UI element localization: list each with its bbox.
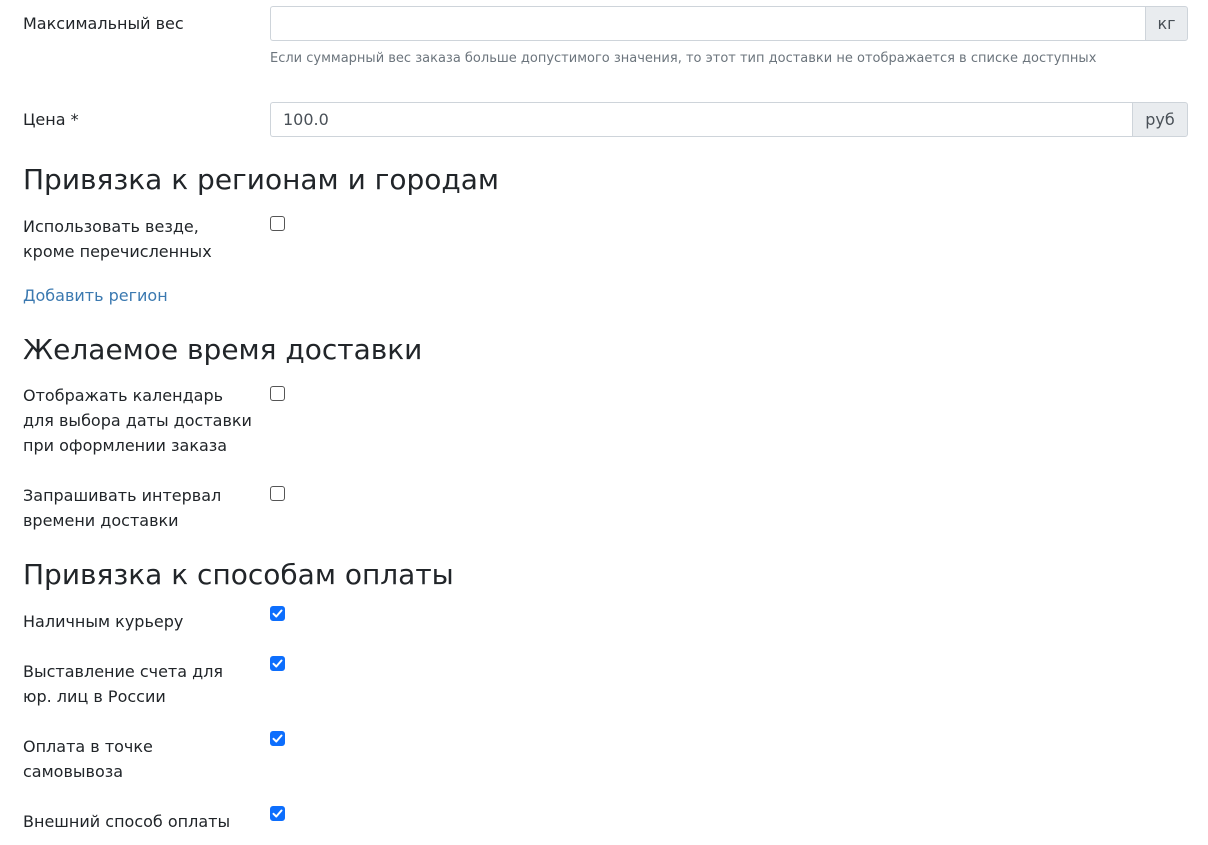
- payment-method-label: Выставление счета для юр. лиц в России: [23, 659, 223, 709]
- payment-method-label-line1: Внешний способ оплаты: [23, 812, 231, 831]
- payment-method-checkbox[interactable]: [270, 731, 285, 746]
- max-weight-unit: кг: [1145, 6, 1188, 41]
- calendar-label-line2: для выбора даты доставки: [23, 411, 252, 430]
- max-weight-input-group: кг: [270, 6, 1188, 41]
- interval-label: Запрашивать интервал времени доставки: [23, 483, 221, 533]
- delivery-settings-form: Максимальный вес кг Если суммарный вес з…: [0, 0, 1208, 845]
- payment-method-label: Внешний способ оплаты: [23, 809, 230, 834]
- payment-method-label: Наличным курьеру: [23, 609, 183, 634]
- payment-section-title: Привязка к способам оплаты: [23, 558, 454, 591]
- payment-method-checkbox[interactable]: [270, 806, 285, 821]
- payment-method-label: Оплата в точке самовывоза: [23, 734, 153, 784]
- payment-method-label-line1: Выставление счета для: [23, 662, 224, 681]
- payment-method-label-line1: Наличным курьеру: [23, 612, 184, 631]
- max-weight-label: Максимальный вес: [23, 14, 184, 33]
- price-input-group: руб: [270, 102, 1188, 137]
- use-everywhere-label-line2: кроме перечисленных: [23, 242, 212, 261]
- interval-checkbox[interactable]: [270, 486, 285, 501]
- use-everywhere-checkbox[interactable]: [270, 216, 285, 231]
- delivery-time-section-title: Желаемое время доставки: [23, 333, 423, 366]
- checkmark-icon: [272, 609, 283, 618]
- checkmark-icon: [272, 734, 283, 743]
- max-weight-input[interactable]: [270, 6, 1145, 41]
- price-label: Цена *: [23, 110, 79, 129]
- calendar-label: Отображать календарь для выбора даты дос…: [23, 383, 252, 458]
- calendar-label-line1: Отображать календарь: [23, 386, 224, 405]
- regions-section-title: Привязка к регионам и городам: [23, 163, 500, 196]
- price-input[interactable]: [270, 102, 1132, 137]
- add-region-link[interactable]: Добавить регион: [23, 283, 168, 308]
- checkmark-icon: [272, 809, 283, 818]
- use-everywhere-label: Использовать везде, кроме перечисленных: [23, 214, 212, 264]
- payment-method-label-line1: Оплата в точке: [23, 737, 153, 756]
- payment-method-label-line2: юр. лиц в России: [23, 687, 166, 706]
- interval-label-line2: времени доставки: [23, 511, 179, 530]
- interval-label-line1: Запрашивать интервал: [23, 486, 222, 505]
- payment-method-checkbox[interactable]: [270, 606, 285, 621]
- calendar-checkbox[interactable]: [270, 386, 285, 401]
- checkmark-icon: [272, 659, 283, 668]
- max-weight-help: Если суммарный вес заказа больше допусти…: [270, 51, 1097, 66]
- use-everywhere-label-line1: Использовать везде,: [23, 217, 199, 236]
- payment-method-checkbox[interactable]: [270, 656, 285, 671]
- price-unit: руб: [1132, 102, 1188, 137]
- payment-method-label-line2: самовывоза: [23, 762, 124, 781]
- calendar-label-line3: при оформлении заказа: [23, 436, 228, 455]
